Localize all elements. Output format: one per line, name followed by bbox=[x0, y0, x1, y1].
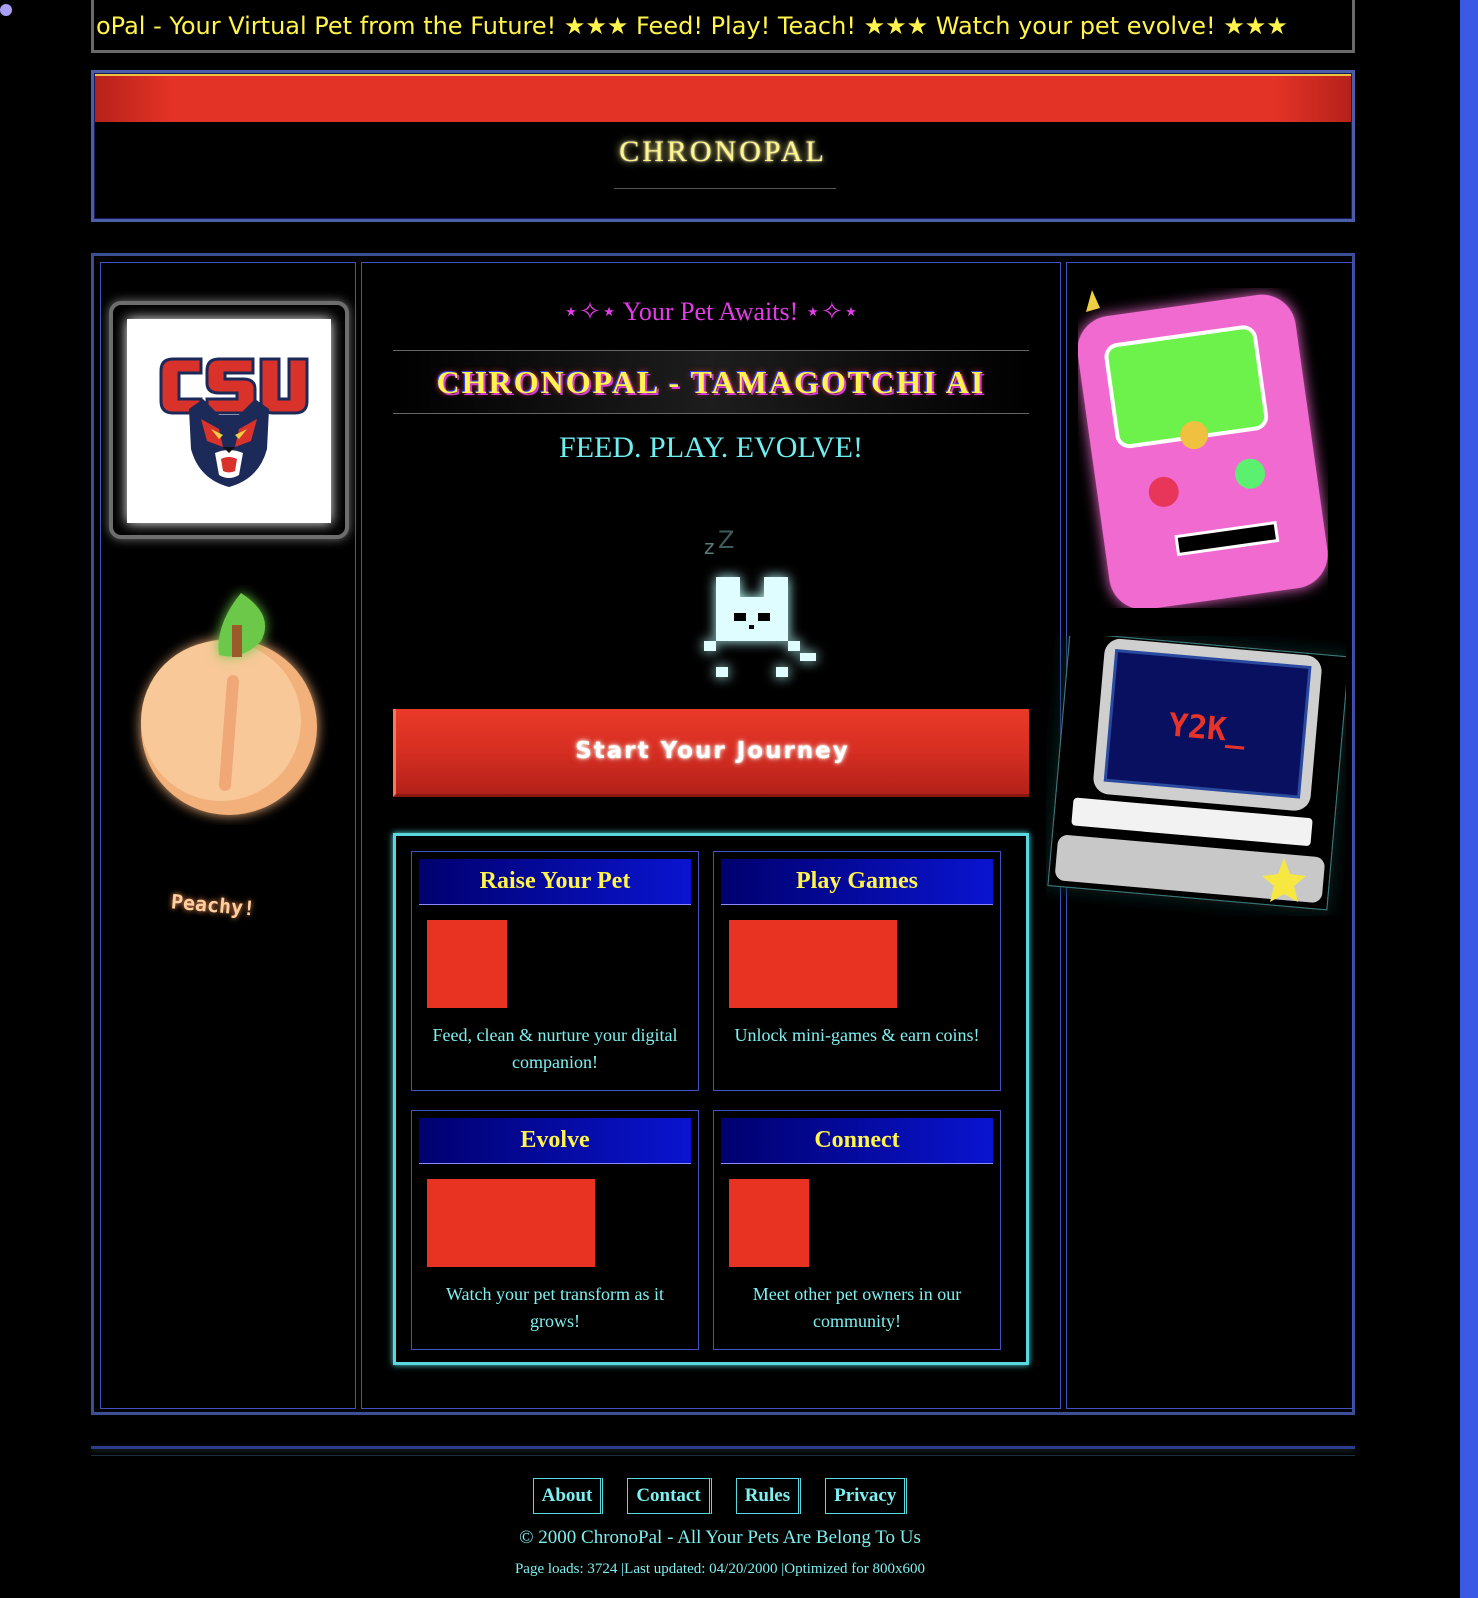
footer-divider bbox=[91, 1446, 1355, 1449]
feature-card-evolve: Evolve Watch your pet transform as it gr… bbox=[411, 1110, 699, 1350]
headline-banner: CHRONOPAL - TAMAGOTCHI AI bbox=[393, 350, 1029, 414]
pet-awaits-heading: ⋆✧⋆ Your Pet Awaits! ⋆✧⋆ bbox=[562, 297, 860, 326]
feature-description: Unlock mini-games & earn coins! bbox=[734, 1025, 980, 1045]
csu-logo bbox=[127, 319, 331, 523]
marquee-text: oPal - Your Virtual Pet from the Future!… bbox=[96, 12, 1288, 40]
copyright-text: © 2000 ChronoPal - All Your Pets Are Bel… bbox=[519, 1527, 921, 1548]
feature-description: Feed, clean & nurture your digital compa… bbox=[432, 1025, 678, 1072]
feature-title: Connect bbox=[721, 1118, 993, 1164]
sleep-z-large: Z bbox=[718, 526, 735, 554]
header-red-bar bbox=[95, 74, 1351, 122]
marquee-banner: oPal - Your Virtual Pet from the Future!… bbox=[91, 0, 1355, 53]
feature-image-placeholder bbox=[729, 920, 897, 1008]
feature-card-connect: Connect Meet other pet owners in our com… bbox=[713, 1110, 1001, 1350]
scrollbar[interactable] bbox=[1460, 0, 1478, 1598]
peachy-label: Peachy! bbox=[170, 889, 257, 921]
sleep-z-small: z bbox=[704, 535, 715, 559]
footer-link-rules[interactable]: Rules bbox=[735, 1478, 802, 1514]
cursor-dot bbox=[0, 4, 12, 16]
footer-link-about[interactable]: About bbox=[532, 1478, 604, 1514]
feature-description: Meet other pet owners in our community! bbox=[752, 1284, 962, 1331]
handheld-device-icon bbox=[1078, 290, 1328, 608]
feature-description: Watch your pet transform as it grows! bbox=[446, 1284, 664, 1331]
footer-link-privacy[interactable]: Privacy bbox=[825, 1478, 908, 1514]
feature-card-games: Play Games Unlock mini-games & earn coin… bbox=[713, 851, 1001, 1091]
tagline: FEED. PLAY. EVOLVE! bbox=[559, 431, 863, 464]
footer-link-contact[interactable]: Contact bbox=[627, 1478, 712, 1514]
features-grid: Raise Your Pet Feed, clean & nurture you… bbox=[393, 833, 1029, 1365]
y2k-computer-icon: Y2K_ bbox=[1047, 636, 1346, 911]
footer-nav: About Contact Rules Privacy bbox=[0, 1478, 1440, 1514]
feature-card-raise: Raise Your Pet Feed, clean & nurture you… bbox=[411, 851, 699, 1091]
feature-title: Evolve bbox=[419, 1118, 691, 1164]
csu-cougar-logo-icon bbox=[159, 357, 309, 487]
feature-image-placeholder bbox=[427, 920, 507, 1008]
site-header: CHRONOPAL bbox=[91, 70, 1355, 222]
footer-divider-secondary bbox=[91, 1455, 1355, 1456]
feature-title: Raise Your Pet bbox=[419, 859, 691, 905]
feature-image-placeholder bbox=[729, 1179, 809, 1267]
title-divider bbox=[614, 188, 836, 189]
csu-logo-frame bbox=[109, 301, 349, 539]
center-column: ⋆✧⋆ Your Pet Awaits! ⋆✧⋆ CHRONOPAL - TAM… bbox=[361, 262, 1061, 1409]
left-column: Peachy! bbox=[100, 262, 356, 1409]
start-journey-button[interactable]: Start Your Journey bbox=[393, 709, 1029, 797]
feature-image-placeholder bbox=[427, 1179, 595, 1267]
site-title: CHRONOPAL bbox=[619, 135, 827, 168]
screen-text: Y2K_ bbox=[1167, 706, 1248, 751]
peach-icon bbox=[141, 593, 317, 815]
pixel-pet-icon bbox=[704, 577, 816, 677]
page-stats: Page loads: 3724 |Last updated: 04/20/20… bbox=[514, 1561, 926, 1577]
feature-title: Play Games bbox=[721, 859, 993, 905]
